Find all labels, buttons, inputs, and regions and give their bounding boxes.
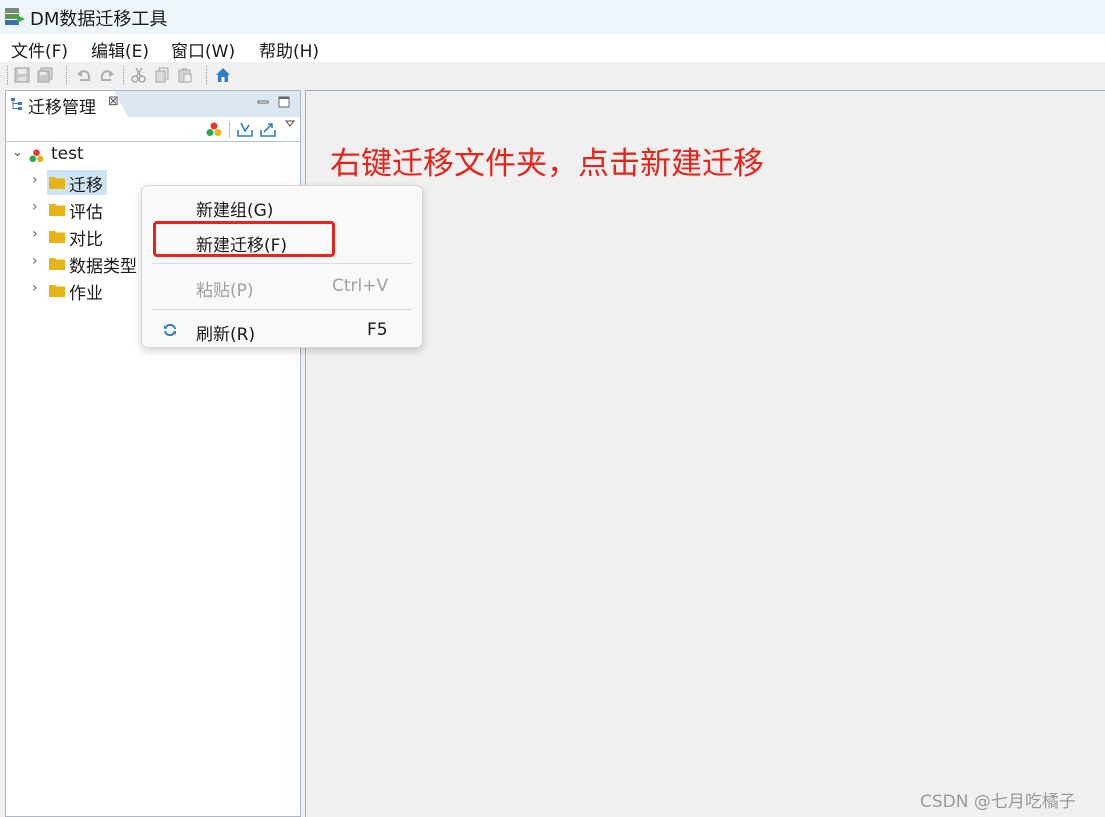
cut-icon[interactable] [131, 67, 147, 83]
copy-icon[interactable] [154, 67, 170, 83]
toolbar-separator [206, 66, 208, 85]
expand-chevron-right-icon[interactable]: › [32, 253, 38, 269]
menu-item-paste-shortcut: Ctrl+V [332, 276, 389, 296]
save-icon[interactable] [14, 67, 30, 83]
folder-icon [49, 258, 65, 270]
tree-view-icon [11, 98, 22, 110]
tree-node-root-label: test [51, 144, 84, 164]
main-toolbar [0, 62, 1105, 90]
expand-chevron-right-icon[interactable]: › [32, 199, 38, 215]
tree-node-label: 作业 [69, 284, 103, 304]
view-tab-label: 迁移管理 [28, 98, 96, 118]
tab-close-icon[interactable]: ⊠ [108, 94, 119, 109]
menu-separator [152, 263, 412, 264]
expand-chevron-down-icon[interactable]: ⌄ [12, 145, 23, 160]
window-title: DM数据迁移工具 [30, 9, 168, 30]
database-connection-icon [29, 149, 44, 163]
highlight-box [153, 221, 335, 257]
menu-file[interactable]: 文件(F) [11, 37, 68, 62]
paste-icon[interactable] [177, 67, 193, 83]
folder-icon [49, 231, 65, 243]
redo-icon[interactable] [99, 67, 115, 83]
toolbar-grip [7, 66, 9, 85]
tree-node-label: 迁移 [69, 176, 103, 196]
editor-area [305, 90, 1105, 817]
toolbar-separator [66, 66, 68, 85]
folder-icon [49, 204, 65, 216]
folder-icon [49, 177, 65, 189]
annotation-text: 右键迁移文件夹，点击新建迁移 [330, 146, 764, 182]
tree-node-label: 对比 [69, 230, 103, 250]
menu-item-paste[interactable]: 粘贴(P) [196, 276, 254, 301]
import-icon[interactable] [237, 121, 253, 137]
toolbar-separator [123, 66, 125, 85]
connect-icon[interactable] [206, 122, 222, 137]
menu-help[interactable]: 帮助(H) [259, 37, 319, 62]
tree-node-label: 数据类型 [69, 257, 137, 277]
menu-item-refresh-shortcut: F5 [367, 320, 388, 340]
context-menu: 新建组(G) 新建迁移(F) 粘贴(P) Ctrl+V 刷新(R) F5 [141, 185, 423, 348]
undo-icon[interactable] [76, 67, 92, 83]
app-logo-icon [5, 8, 25, 25]
menu-edit[interactable]: 编辑(E) [91, 37, 149, 62]
menu-separator [152, 309, 412, 310]
view-tab-bar: 迁移管理 ⊠ [6, 91, 300, 118]
view-toolbar-separator [229, 121, 230, 138]
view-menu-chevron-down-icon[interactable] [285, 120, 295, 128]
save-all-icon[interactable] [37, 67, 53, 83]
minimize-view-icon[interactable] [257, 97, 269, 109]
expand-chevron-right-icon[interactable]: › [32, 280, 38, 296]
title-bar: DM数据迁移工具 [0, 0, 1105, 34]
tree-node-label: 评估 [69, 203, 103, 223]
home-icon[interactable] [215, 67, 231, 83]
watermark: CSDN @七月吃橘子 [920, 792, 1076, 812]
export-icon[interactable] [260, 121, 276, 137]
tree-node-root[interactable]: ⌄ test [6, 143, 300, 169]
expand-chevron-right-icon[interactable]: › [32, 172, 38, 188]
menu-item-refresh[interactable]: 刷新(R) [196, 320, 255, 345]
menu-item-new-group[interactable]: 新建组(G) [196, 196, 273, 221]
refresh-icon [164, 323, 176, 337]
menu-bar: 文件(F) 编辑(E) 窗口(W) 帮助(H) [0, 34, 1105, 62]
folder-icon [49, 285, 65, 297]
expand-chevron-right-icon[interactable]: › [32, 226, 38, 242]
view-toolbar [6, 117, 300, 142]
menu-window[interactable]: 窗口(W) [171, 37, 235, 62]
maximize-view-icon[interactable] [278, 96, 290, 108]
